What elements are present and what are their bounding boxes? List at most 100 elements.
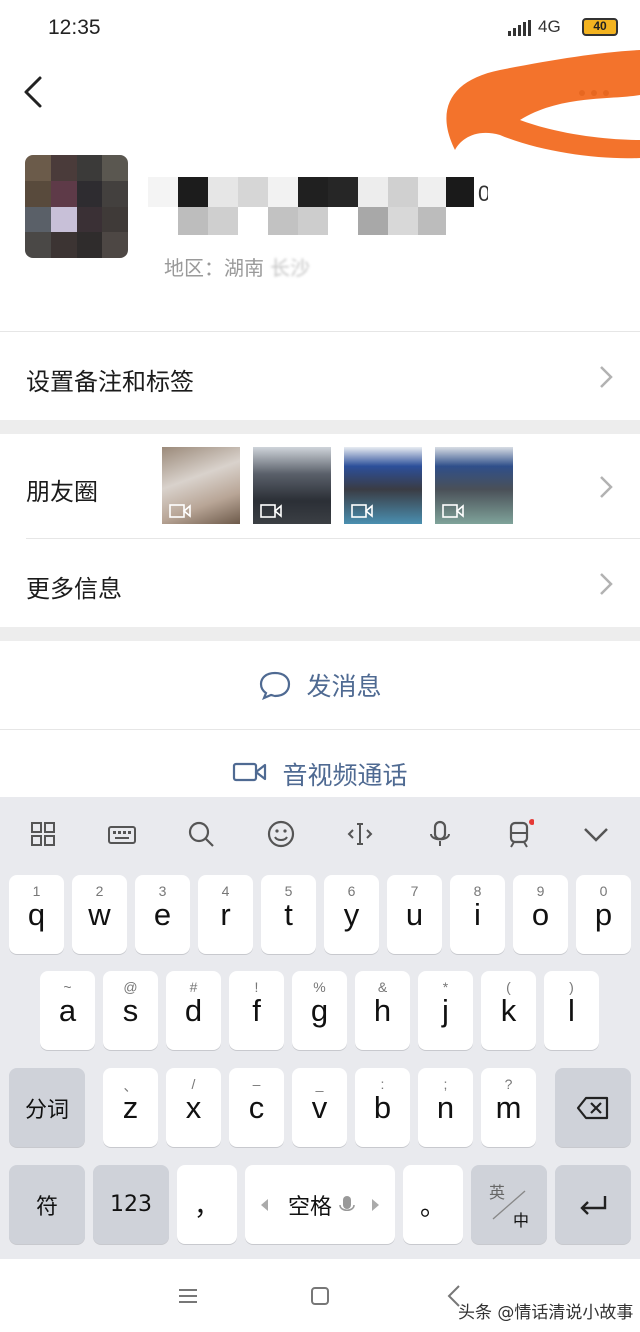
key-l[interactable]: ) l [544,971,599,1050]
key-v[interactable]: _ v [292,1068,347,1147]
backspace-key[interactable] [555,1068,631,1147]
key-char: d [184,993,203,1028]
key-char: p [594,897,613,932]
cursor-move-icon[interactable] [345,819,375,849]
key-char: c [248,1090,265,1125]
grid-icon[interactable] [28,819,58,849]
key-char: t [284,897,293,932]
key-char: e [153,897,172,932]
key-o[interactable]: 9o [513,875,568,954]
key-n[interactable]: ; n [418,1068,473,1147]
keyboard-icon[interactable] [107,819,137,849]
battery-icon: 40 [582,18,618,36]
numeric-key-label: 123 [110,1192,152,1217]
watermark: 头条 @情话清说小故事 [458,1303,634,1323]
enter-key[interactable] [555,1165,631,1244]
more-info-row[interactable]: 更多信息 [0,539,640,627]
key-char: i [474,897,481,932]
segment-key[interactable]: 分词 [9,1068,85,1147]
section-gap [0,420,640,434]
section-gap [0,627,640,641]
key-q[interactable]: 1q [9,875,64,954]
back-arrow-icon[interactable] [20,74,50,110]
space-key[interactable]: 空格 [245,1165,395,1244]
remark-tags-row[interactable]: 设置备注和标签 [0,332,640,420]
key-char: u [405,897,424,932]
enter-icon [580,1195,607,1215]
key-t[interactable]: 5t [261,875,316,954]
symbol-key[interactable]: 符 [9,1165,85,1244]
microphone-icon[interactable] [425,819,455,849]
key-m[interactable]: ? m [481,1068,536,1147]
region-city-blurred: 长沙 [270,256,310,280]
enter-icon-wrap [555,1165,631,1244]
chevron-right-icon [600,366,613,388]
key-char: o [531,897,550,932]
send-message-label: 发消息 [306,672,382,701]
key-c[interactable]: – c [229,1068,284,1147]
space-key-content: 空格 [245,1165,395,1244]
key-i[interactable]: 8i [450,875,505,954]
key-z[interactable]: 、 z [103,1068,158,1147]
menu-icon[interactable] [173,1281,203,1311]
av-call-button[interactable]: 音视频通话 [0,730,640,797]
key-char: b [373,1090,392,1125]
train-icon[interactable] [504,819,534,849]
key-x[interactable]: / x [166,1068,221,1147]
period-key[interactable]: 。 [403,1165,463,1244]
emoji-icon[interactable] [266,819,296,849]
moments-label: 朋友圈 [26,478,98,506]
keyboard-toolbar [0,797,640,871]
video-icon [169,504,191,518]
key-g[interactable]: % g [292,971,347,1050]
key-char: x [185,1090,202,1125]
remark-tags-label: 设置备注和标签 [26,368,194,396]
moment-thumbnail[interactable] [435,447,513,524]
status-time: 12:35 [48,16,101,39]
key-f[interactable]: ! f [229,971,284,1050]
name-blurred: 0 [148,177,488,235]
arrow-left-small-icon [260,1198,268,1211]
battery-level: 40 [593,19,607,33]
search-icon[interactable] [186,819,216,849]
more-options-icon[interactable] [574,78,614,108]
key-j[interactable]: * j [418,971,473,1050]
key-char: r [220,897,231,932]
send-message-button[interactable]: 发消息 [0,641,640,729]
key-char: h [373,993,392,1028]
key-char: g [310,993,329,1028]
moment-thumbnail[interactable] [162,447,240,524]
key-d[interactable]: # d [166,971,221,1050]
avatar[interactable] [25,155,128,258]
language-switch-key[interactable]: 英 中 [471,1165,547,1244]
svg-text:0: 0 [478,181,488,206]
signal-icon [508,20,531,36]
chevron-down-icon[interactable] [581,819,611,849]
key-p[interactable]: 0p [576,875,631,954]
key-r[interactable]: 4r [198,875,253,954]
comma-key[interactable]: ， [177,1165,237,1244]
key-e[interactable]: 3e [135,875,190,954]
key-char: v [311,1090,328,1125]
key-h[interactable]: & h [355,971,410,1050]
key-u[interactable]: 7u [387,875,442,954]
space-key-label: 空格 [287,1194,332,1220]
key-b[interactable]: :b [355,1068,410,1147]
key-char: w [88,897,111,932]
key-char: n [436,1090,455,1125]
key-char: z [122,1090,139,1125]
key-a[interactable]: ~ a [40,971,95,1050]
moment-thumbnail[interactable] [253,447,331,524]
chevron-right-icon [600,476,613,498]
key-w[interactable]: 2w [72,875,127,954]
network-type: 4G [538,17,561,36]
moments-thumbnails[interactable] [162,447,513,524]
numeric-key[interactable]: 123 [93,1165,169,1244]
home-icon[interactable] [305,1281,335,1311]
symbol-key-label: 符 [35,1194,58,1220]
key-s[interactable]: @ s [103,971,158,1050]
moment-thumbnail[interactable] [344,447,422,524]
lang-bottom-label: 中 [513,1211,530,1230]
key-k[interactable]: (k [481,971,536,1050]
key-y[interactable]: 6y [324,875,379,954]
